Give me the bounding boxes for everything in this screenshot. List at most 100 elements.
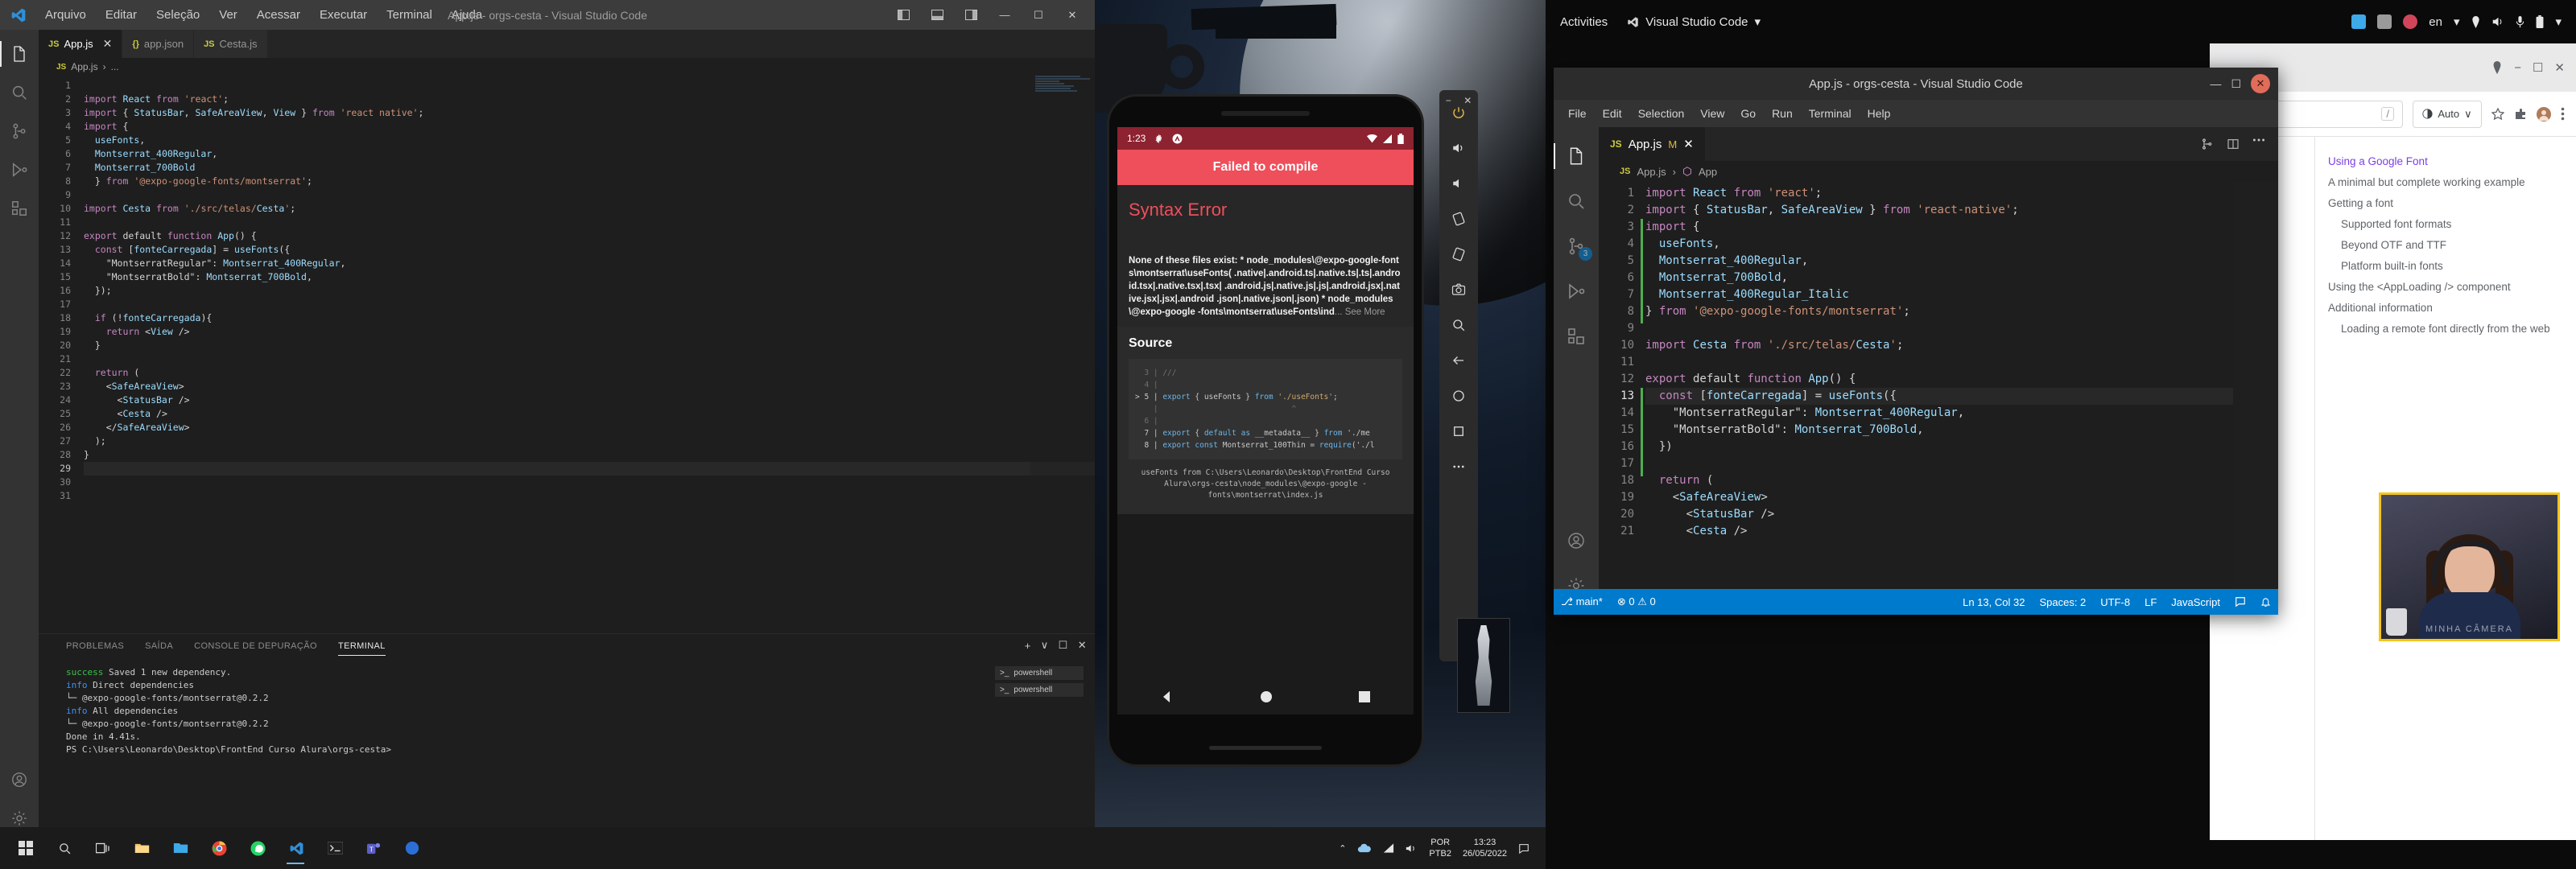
browser-minimize-button[interactable]: − [2514,61,2521,75]
extensions-icon[interactable] [2514,108,2527,121]
tray-icon-1[interactable] [2351,14,2367,29]
menu-selecao[interactable]: Seleção [147,6,209,24]
android-emulator[interactable]: 1:23 Failed to compile Syntax Error None… [1109,97,1422,764]
menu-editar[interactable]: Editar [96,6,147,24]
zoom-icon[interactable] [1441,307,1476,343]
split-source-control-icon[interactable] [2201,138,2214,150]
android-nav-bar[interactable] [1117,679,1414,715]
phone-screen[interactable]: 1:23 Failed to compile Syntax Error None… [1117,127,1414,715]
thumbnail-preview[interactable] [1457,618,1510,713]
nested-breadcrumb[interactable]: JS App.js › App [1599,161,2278,182]
activity-search-icon[interactable] [1554,179,1599,224]
rotate-left-icon[interactable] [1441,201,1476,237]
system-tray[interactable]: ⌃ POR PTB2 13:23 26/05/2022 [1339,837,1538,859]
browser-close-button[interactable]: ✕ [2554,60,2565,75]
menu-executar[interactable]: Executar [310,6,377,24]
layout-icon-3[interactable] [955,3,987,27]
chrome-icon[interactable] [201,830,237,866]
recents-square-icon[interactable] [1359,691,1371,702]
volume-icon[interactable] [1406,843,1418,854]
webcam-overlay[interactable]: MINHA CÂMERA [2379,492,2560,641]
activity-explorer[interactable] [0,35,39,73]
toc-item[interactable]: Using a Google Font [2328,151,2563,172]
tab-app-json[interactable]: {} app.json [122,30,195,58]
panel-actions[interactable]: + ∨ ☐ ✕ [1025,639,1087,652]
minimize-button[interactable]: — [989,3,1021,27]
gnome-app-indicator[interactable]: Visual Studio Code ▾ [1627,14,1761,29]
toc-item[interactable]: Supported font formats [2328,214,2563,235]
close-panel-icon[interactable]: ✕ [1078,639,1087,652]
activity-account-icon[interactable] [1554,518,1599,563]
avatar[interactable] [2537,106,2551,121]
windows-start-icon[interactable] [8,830,43,866]
see-more-link[interactable]: ... See More [1335,307,1385,317]
nested-menubar[interactable]: File Edit Selection View Go Run Terminal… [1554,100,2278,127]
feedback-icon[interactable] [2227,589,2253,616]
layout-icon-1[interactable] [887,3,919,27]
breadcrumb-rest[interactable]: ... [111,61,119,72]
panel-tab-saida[interactable]: SAÍDA [145,637,173,655]
notifications-icon[interactable] [1518,842,1530,854]
vscode-menubar[interactable]: Arquivo Editar Seleção Ver Acessar Execu… [35,6,492,24]
battery-icon[interactable] [2536,15,2544,28]
browser-maximize-button[interactable]: ☐ [2533,60,2543,75]
toc-item[interactable]: Loading a remote font directly from the … [2328,319,2563,340]
panel-tab-console-depuracao[interactable]: CONSOLE DE DEPURAÇÃO [194,637,317,655]
status-position[interactable]: Ln 13, Col 32 [1955,589,2032,616]
toc-item[interactable]: Beyond OTF and TTF [2328,235,2563,256]
teams-icon[interactable]: T [356,830,391,866]
status-encoding[interactable]: UTF-8 [2093,589,2137,616]
browser-location-icon[interactable] [2491,61,2503,74]
toc-item[interactable]: A minimal but complete working example [2328,172,2563,193]
breadcrumb[interactable]: JS App.js › ... [39,58,1095,76]
activity-extensions-icon[interactable] [0,189,39,228]
emulator-toolbar[interactable] [1439,90,1478,661]
close-button[interactable]: ✕ [1056,3,1088,27]
nested-activity-bar[interactable]: 3 [1554,127,1599,615]
menu-terminal[interactable]: Terminal [377,6,442,24]
overview-square-icon[interactable] [1441,414,1476,449]
terminal-icon[interactable] [317,830,353,866]
menu-arquivo[interactable]: Arquivo [35,6,96,24]
whatsapp-icon[interactable] [240,830,275,866]
app-icon[interactable] [394,830,430,866]
menu-view[interactable]: View [1692,105,1732,122]
cloud-icon[interactable] [1357,843,1372,853]
menu-file[interactable]: File [1560,105,1595,122]
chevron-down-icon[interactable]: ▾ [2454,14,2460,29]
close-icon[interactable]: ✕ [103,37,113,51]
toc-item[interactable]: Using the <AppLoading /> component [2328,277,2563,298]
nested-breadcrumb-file[interactable]: App.js [1637,166,1666,178]
status-language[interactable]: JavaScript [2164,589,2227,616]
toc-item[interactable]: Platform built-in fonts [2328,256,2563,277]
menu-go[interactable]: Go [1732,105,1764,122]
theme-selector[interactable]: Auto ∨ [2413,100,2482,128]
activity-account-icon[interactable] [0,760,39,799]
split-editor-icon[interactable] [2227,138,2240,150]
folder-icon[interactable] [163,830,198,866]
activity-extensions-icon[interactable] [1554,314,1599,359]
task-view-icon[interactable] [85,830,121,866]
status-eol[interactable]: LF [2137,589,2164,616]
nested-window-controls[interactable]: — ☐ ✕ [2210,74,2270,93]
activity-run-debug-icon[interactable] [1554,269,1599,314]
keyboard-language[interactable]: en [2429,15,2442,29]
home-outline-icon[interactable] [1441,378,1476,414]
back-triangle-icon[interactable] [1161,690,1174,703]
gnome-tray[interactable]: en ▾ ▾ [2351,14,2562,29]
volume-up-icon[interactable] [1441,130,1476,166]
nested-tabbar[interactable]: JS App.js M ✕ [1599,127,2278,161]
file-explorer-icon[interactable] [124,830,159,866]
nested-status-bar[interactable]: ⎇ main* ⊗ 0 ⚠ 0 Ln 13, Col 32 Spaces: 2 … [1554,589,2278,615]
microphone-icon[interactable] [2516,15,2524,28]
keyboard-language-indicator[interactable]: POR PTB2 [1429,837,1451,859]
chevron-down-icon[interactable]: ▾ [1755,14,1761,29]
menu-terminal[interactable]: Terminal [1801,105,1860,122]
tab-cesta-js[interactable]: JS Cesta.js [194,30,268,58]
nested-tab-actions[interactable] [2201,138,2278,150]
panel-tabs[interactable]: PROBLEMAS SAÍDA CONSOLE DE DEPURAÇÃO TER… [39,634,1095,658]
activity-run-debug-icon[interactable] [0,150,39,189]
terminal-instance[interactable]: >_ powershell [995,666,1084,680]
windows-taskbar[interactable]: T ⌃ POR PTB2 13:23 26/05/2022 [0,827,1546,869]
menu-ver[interactable]: Ver [209,6,247,24]
